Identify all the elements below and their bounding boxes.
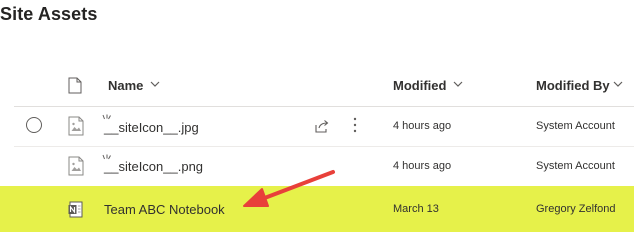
chevron-down-icon[interactable] [452, 79, 464, 89]
modified-date: 4 hours ago [393, 160, 452, 172]
chevron-down-icon[interactable] [612, 79, 624, 89]
modified-by[interactable]: Gregory Zelfond [536, 203, 615, 215]
header-divider [14, 106, 634, 107]
image-file-icon [68, 116, 84, 136]
page-title: Site Assets [0, 4, 98, 24]
file-type-header-icon[interactable] [68, 77, 82, 94]
row-select-checkbox[interactable] [26, 117, 42, 133]
modified-date: March 13 [393, 203, 439, 215]
column-header-row: Name Modified Modified By [0, 66, 634, 102]
modified-by[interactable]: System Account [536, 160, 615, 172]
file-name[interactable]: __siteIcon__.jpg [104, 120, 199, 135]
list-item[interactable]: __siteIcon__.png 4 hours ago System Acco… [0, 148, 634, 186]
chevron-down-icon[interactable] [149, 79, 161, 89]
modified-date: 4 hours ago [393, 120, 452, 132]
image-file-icon [68, 156, 84, 176]
column-header-name[interactable]: Name [108, 78, 143, 93]
file-name[interactable]: Team ABC Notebook [104, 202, 225, 217]
list-item[interactable]: __siteIcon__.jpg 4 hours ago System Acco… [0, 108, 634, 146]
modified-by[interactable]: System Account [536, 120, 615, 132]
list-item-highlighted[interactable]: Team ABC Notebook March 13 Gregory Zelfo… [0, 186, 634, 232]
column-header-modified[interactable]: Modified [393, 78, 446, 93]
share-icon[interactable] [314, 118, 330, 134]
column-header-modified-by[interactable]: Modified By [536, 78, 610, 93]
file-name[interactable]: __siteIcon__.png [104, 159, 203, 174]
more-options-icon[interactable] [352, 116, 358, 134]
row-divider [14, 146, 634, 147]
onenote-notebook-icon [68, 201, 83, 218]
